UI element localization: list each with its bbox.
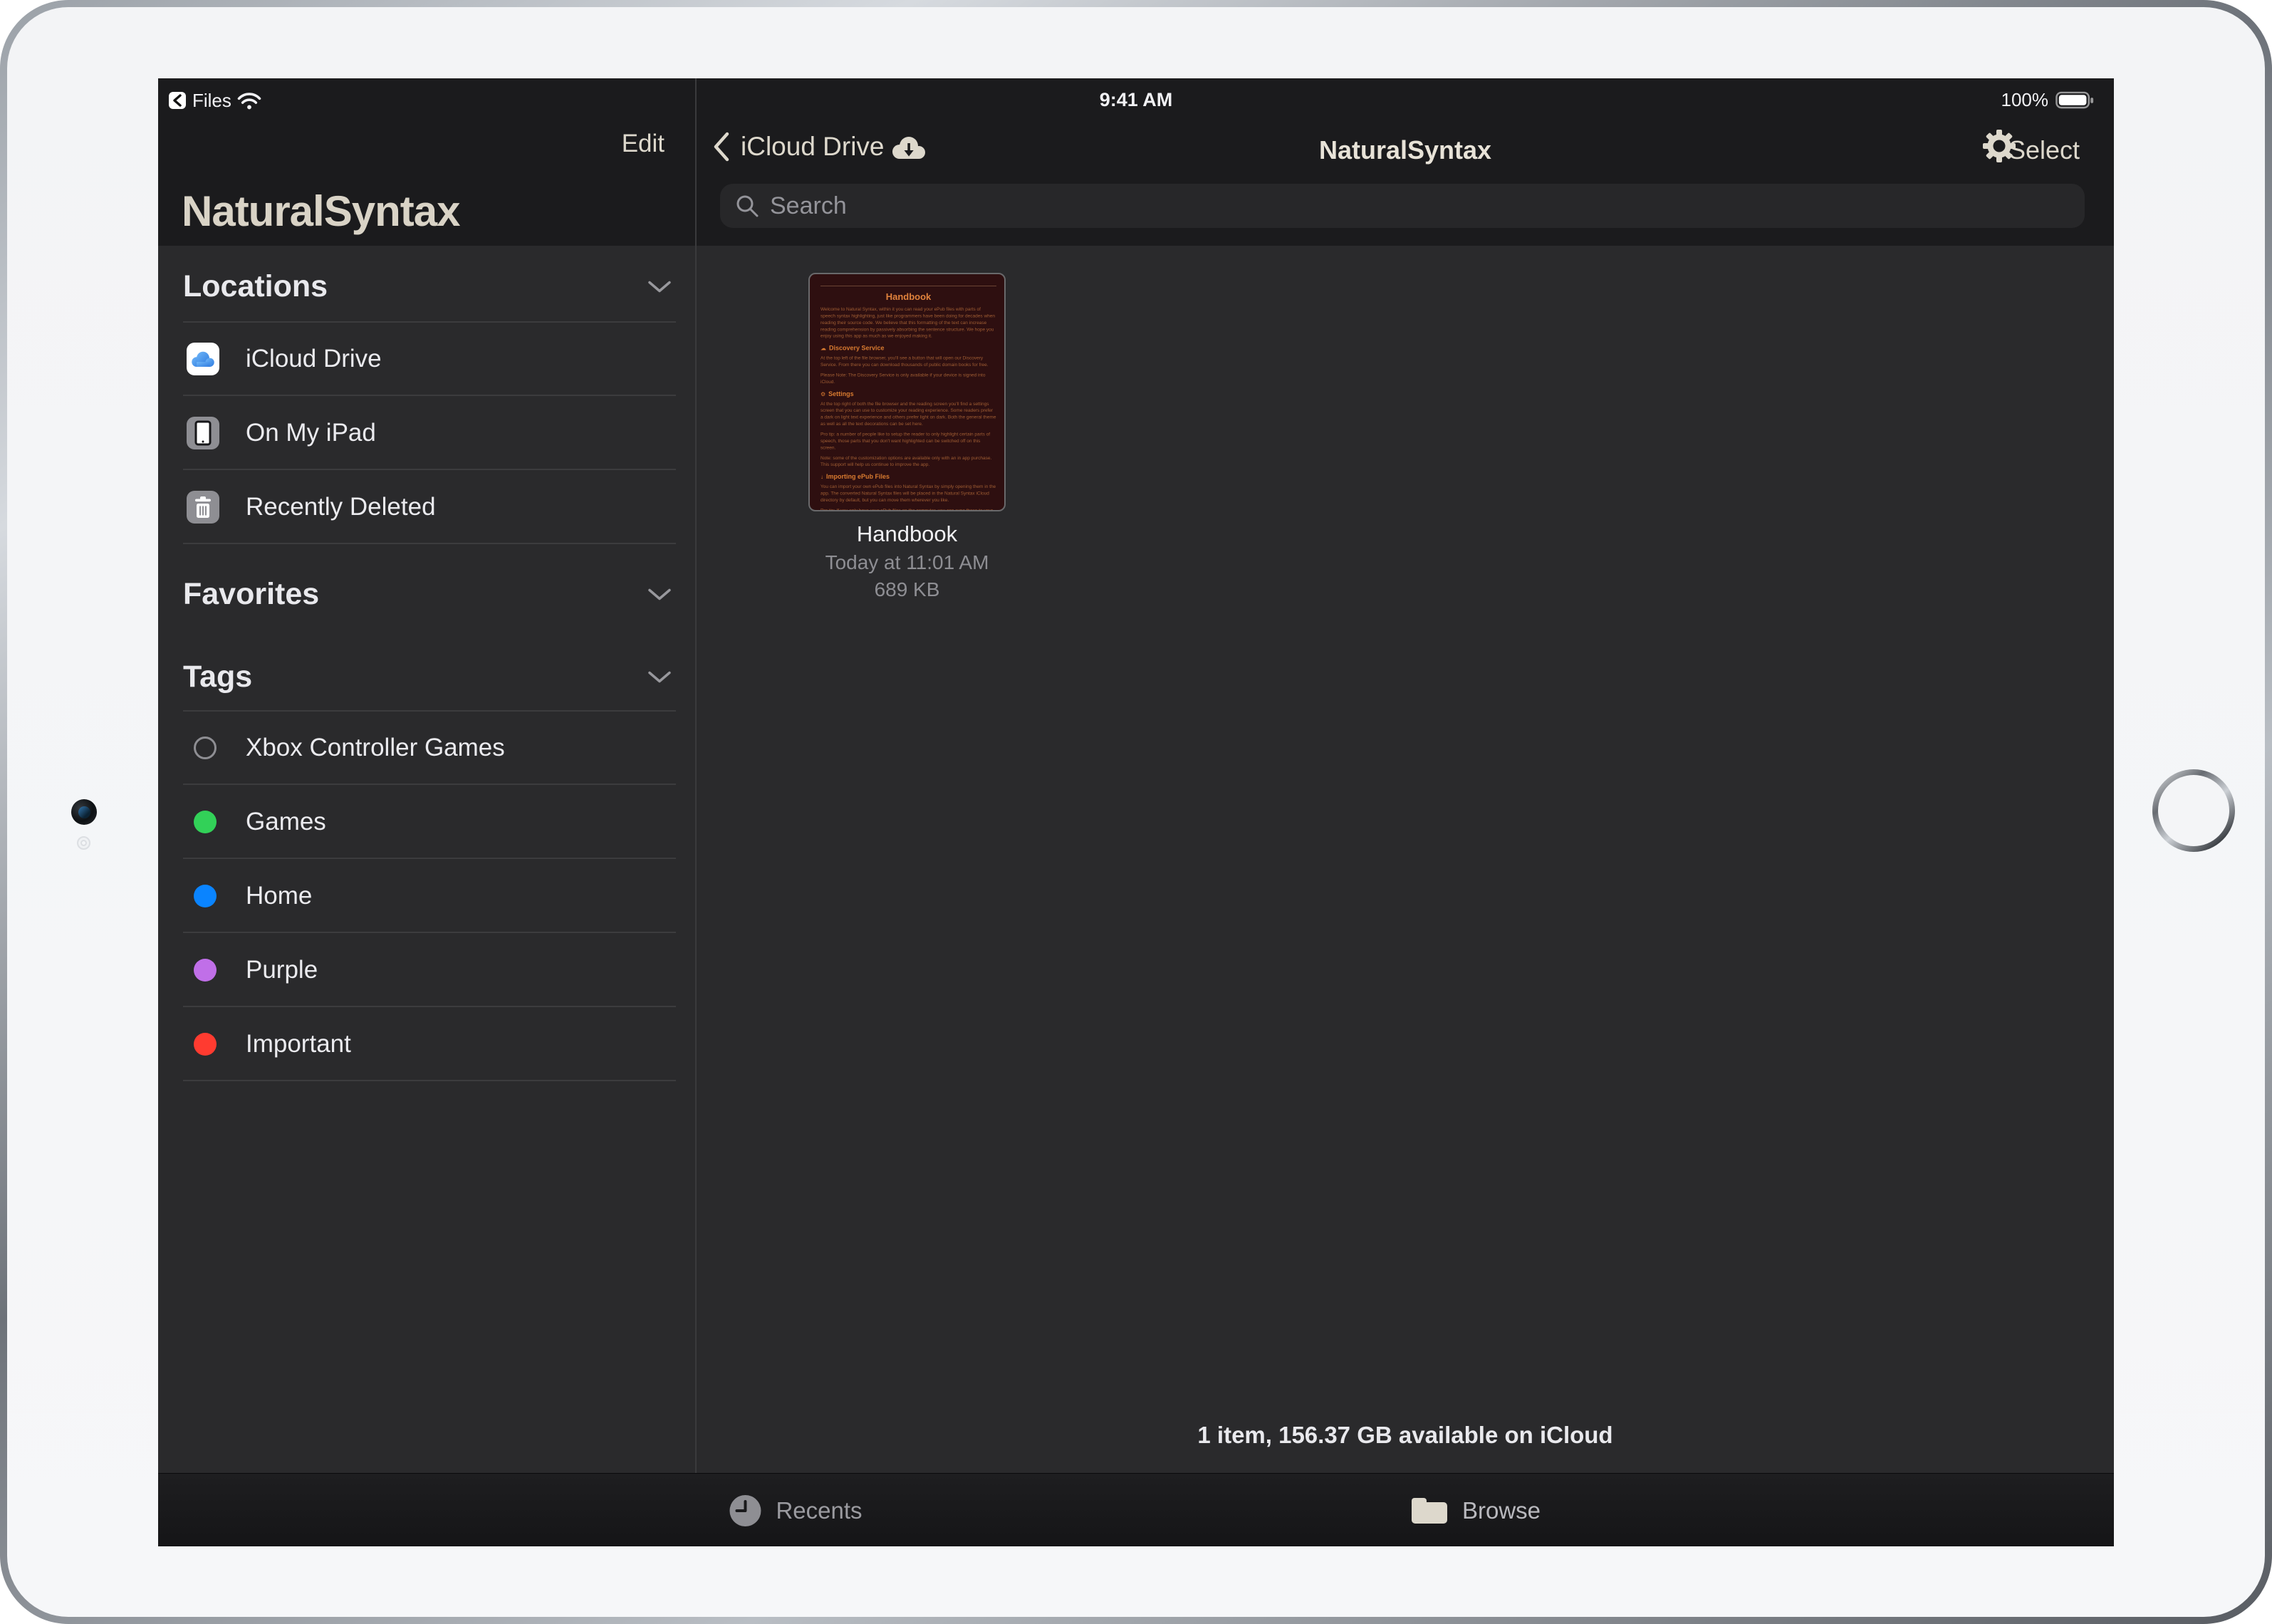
doc-heading: ↓Importing ePub Files bbox=[820, 473, 996, 481]
divider bbox=[183, 1080, 676, 1081]
file-size: 689 KB bbox=[808, 578, 1006, 601]
folder-icon bbox=[1411, 1496, 1448, 1526]
sidebar: Edit NaturalSyntax Locations iCloud Driv… bbox=[158, 78, 695, 1473]
locations-section-header[interactable]: Locations bbox=[183, 269, 328, 304]
tab-label: Browse bbox=[1462, 1497, 1541, 1524]
sidebar-item-icloud-drive[interactable]: iCloud Drive bbox=[158, 322, 695, 396]
tag-label: Purple bbox=[246, 933, 318, 1007]
doc-paragraph: At the top right of both the file browse… bbox=[820, 400, 996, 427]
sidebar-item-tag-purple[interactable]: Purple bbox=[158, 933, 695, 1007]
tab-label: Recents bbox=[776, 1497, 862, 1524]
chevron-down-icon[interactable] bbox=[648, 588, 671, 601]
front-camera bbox=[71, 799, 97, 825]
chevron-down-icon[interactable] bbox=[648, 671, 671, 684]
tag-label: Important bbox=[246, 1007, 351, 1081]
doc-paragraph: Pro tip: a number of people like to setu… bbox=[820, 431, 996, 451]
tag-label: Home bbox=[246, 859, 312, 933]
ipad-icon bbox=[187, 417, 219, 449]
search-icon bbox=[734, 193, 760, 219]
tags-section-header[interactable]: Tags bbox=[183, 660, 252, 694]
sidebar-item-label: On My iPad bbox=[246, 396, 376, 470]
sidebar-item-label: iCloud Drive bbox=[246, 322, 382, 396]
tab-recents[interactable]: Recents bbox=[729, 1474, 862, 1546]
cloud-icon: ☁ bbox=[820, 345, 826, 352]
tag-color-dot bbox=[194, 1033, 217, 1056]
doc-paragraph: Note: some of the customization options … bbox=[820, 454, 996, 468]
file-thumbnail: Handbook Welcome to Natural Syntax, with… bbox=[808, 273, 1006, 511]
sidebar-item-tag-important[interactable]: Important bbox=[158, 1007, 695, 1081]
sidebar-item-tag-xbox[interactable]: Xbox Controller Games bbox=[158, 711, 695, 785]
tag-color-dot bbox=[194, 885, 217, 907]
sidebar-app-title: NaturalSyntax bbox=[182, 187, 459, 236]
home-button[interactable] bbox=[2152, 769, 2235, 852]
doc-paragraph: You can import your own ePub files into … bbox=[820, 484, 996, 504]
tag-label: Games bbox=[246, 785, 326, 859]
document-preview: Handbook Welcome to Natural Syntax, with… bbox=[810, 274, 1006, 511]
sidebar-item-tag-home[interactable]: Home bbox=[158, 859, 695, 933]
tag-color-dot bbox=[194, 959, 217, 982]
chevron-down-icon[interactable] bbox=[648, 281, 671, 293]
file-name: Handbook bbox=[808, 521, 1006, 547]
file-tile-handbook[interactable]: Handbook Welcome to Natural Syntax, with… bbox=[808, 273, 1006, 601]
search-bar[interactable] bbox=[720, 184, 2085, 228]
main-pane: iCloud Drive NaturalSyntax Selec bbox=[697, 78, 2114, 1473]
edit-button[interactable]: Edit bbox=[622, 130, 665, 158]
tag-label: Xbox Controller Games bbox=[246, 711, 505, 785]
ambient-light-sensor bbox=[77, 836, 90, 850]
clock-icon bbox=[729, 1494, 761, 1527]
tag-color-dot bbox=[194, 736, 217, 759]
download-icon: ↓ bbox=[820, 474, 823, 481]
divider bbox=[183, 543, 676, 544]
doc-heading: ☁Discovery Service bbox=[820, 345, 996, 353]
page-title: NaturalSyntax bbox=[697, 135, 2114, 165]
camera-lens bbox=[78, 806, 90, 818]
sidebar-item-label: Recently Deleted bbox=[246, 470, 436, 544]
sidebar-item-on-my-ipad[interactable]: On My iPad bbox=[158, 396, 695, 470]
gear-icon: ⚙ bbox=[820, 391, 825, 397]
icloud-drive-icon bbox=[187, 343, 219, 375]
storage-status-text: 1 item, 156.37 GB available on iCloud bbox=[697, 1422, 2114, 1449]
search-input[interactable] bbox=[770, 192, 2070, 220]
doc-paragraph: Welcome to Natural Syntax, within it you… bbox=[820, 306, 996, 340]
file-modified-date: Today at 11:01 AM bbox=[808, 551, 1006, 574]
doc-paragraph: Pro tip: If you only have your ePub file… bbox=[820, 507, 996, 511]
doc-paragraph: Please Note: The Discovery Service is on… bbox=[820, 372, 996, 385]
tag-color-dot bbox=[194, 811, 217, 833]
favorites-section-header[interactable]: Favorites bbox=[183, 577, 319, 612]
select-button[interactable]: Select bbox=[2008, 135, 2080, 165]
tab-browse[interactable]: Browse bbox=[1411, 1474, 1541, 1546]
sidebar-item-tag-games[interactable]: Games bbox=[158, 785, 695, 859]
trash-icon bbox=[187, 491, 219, 524]
doc-paragraph: At the top left of the file browser, you… bbox=[820, 355, 996, 368]
doc-heading: ⚙Settings bbox=[820, 390, 996, 398]
sidebar-item-recently-deleted[interactable]: Recently Deleted bbox=[158, 470, 695, 544]
tab-bar: Recents Browse bbox=[158, 1473, 2114, 1546]
files-app-screen: Files 9:41 AM 100% Edit NaturalSyntax Lo… bbox=[158, 78, 2114, 1546]
doc-title: Handbook bbox=[820, 291, 996, 303]
